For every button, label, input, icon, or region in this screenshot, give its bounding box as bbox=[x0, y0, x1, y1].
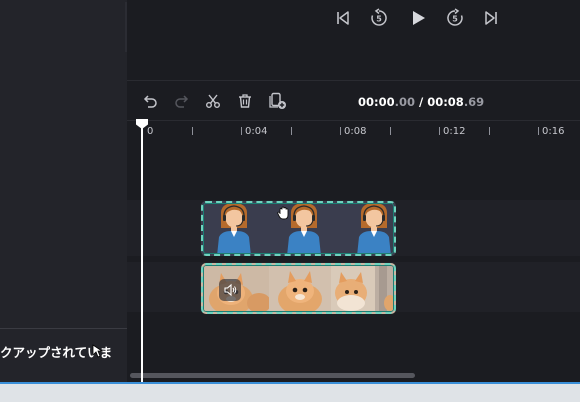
grab-cursor-icon bbox=[277, 206, 289, 220]
total-time-frac: .69 bbox=[463, 95, 485, 109]
left-panel bbox=[0, 0, 127, 382]
ruler-tick bbox=[439, 127, 440, 135]
duplicate-add-icon bbox=[269, 92, 286, 109]
skip-forward-button[interactable] bbox=[480, 8, 502, 28]
ruler-tick bbox=[538, 127, 539, 135]
skip-back-icon bbox=[337, 11, 349, 25]
ruler-label: 0:12 bbox=[443, 126, 466, 137]
avatar-video-clip[interactable] bbox=[201, 201, 396, 256]
ruler-label: 0:08 bbox=[344, 126, 367, 137]
ruler-tick bbox=[192, 127, 193, 135]
ruler-tick bbox=[390, 127, 391, 135]
skip-forward-icon bbox=[485, 11, 497, 25]
ruler-tick bbox=[291, 127, 292, 135]
timecode-display: 00:00.00 / 00:08.69 bbox=[358, 95, 484, 109]
cursor-icon bbox=[92, 344, 104, 358]
undo-button[interactable] bbox=[140, 91, 160, 111]
ruler-label: 0:16 bbox=[542, 126, 565, 137]
delete-button[interactable] bbox=[235, 91, 255, 111]
player-controls: 5 5 bbox=[127, 0, 580, 80]
skip-back-button[interactable] bbox=[332, 8, 354, 28]
timeline-ruler[interactable]: 0 0:04 0:08 0:12 0:16 bbox=[127, 120, 580, 149]
bottom-bar bbox=[0, 382, 580, 402]
redo-icon bbox=[175, 95, 189, 108]
ruler-tick bbox=[489, 127, 490, 135]
playhead-line[interactable] bbox=[141, 126, 143, 382]
forward-5-icon: 5 bbox=[447, 8, 463, 26]
kitten-video-clip[interactable] bbox=[201, 263, 396, 314]
play-button[interactable] bbox=[407, 8, 429, 28]
current-time: 00:00 bbox=[358, 95, 395, 109]
sidebar-divider bbox=[0, 328, 127, 329]
time-separator: / bbox=[414, 95, 428, 109]
clip-inner-border bbox=[203, 203, 394, 254]
ruler-tick bbox=[340, 127, 341, 135]
trash-icon bbox=[239, 94, 251, 108]
rewind-5-icon: 5 bbox=[371, 8, 387, 26]
ruler-label: 0 bbox=[147, 126, 154, 137]
clip-inner-border bbox=[203, 265, 394, 312]
forward-5-button[interactable]: 5 bbox=[444, 8, 466, 28]
timeline-scrollbar[interactable] bbox=[130, 373, 415, 378]
ruler-label: 0:04 bbox=[245, 126, 268, 137]
undo-icon bbox=[143, 95, 157, 108]
current-time-frac: .00 bbox=[394, 95, 415, 109]
ruler-tick bbox=[241, 127, 242, 135]
split-button[interactable] bbox=[203, 91, 223, 111]
rewind-seconds-label: 5 bbox=[376, 15, 382, 24]
total-time: 00:08 bbox=[427, 95, 464, 109]
scissors-icon bbox=[206, 94, 220, 108]
backup-status-text: クアップされていま bbox=[0, 345, 113, 360]
duplicate-button[interactable] bbox=[268, 91, 288, 111]
redo-button[interactable] bbox=[172, 91, 192, 111]
play-icon bbox=[413, 11, 425, 25]
rewind-5-button[interactable]: 5 bbox=[368, 8, 390, 28]
timeline-toolbar: 00:00.00 / 00:08.69 bbox=[127, 80, 580, 121]
forward-seconds-label: 5 bbox=[452, 15, 458, 24]
